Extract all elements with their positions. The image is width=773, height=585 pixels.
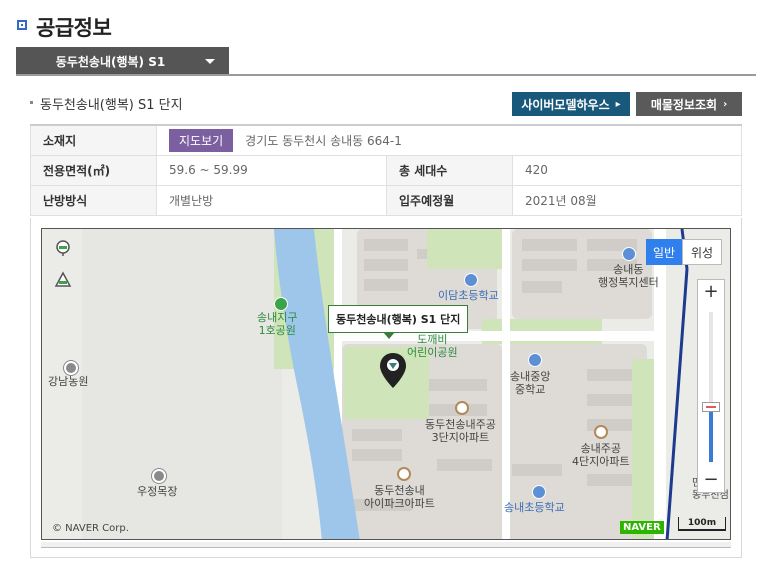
- complex-title: 동두천송내(행복) S1 단지: [40, 98, 183, 113]
- listing-lookup-button[interactable]: 매물정보조회 ›: [636, 92, 742, 116]
- chevron-right-icon: ▸: [615, 98, 621, 110]
- apt4-label: 송내주공 4단지아파트: [572, 442, 630, 468]
- map-type-normal-button[interactable]: 일반: [646, 239, 682, 265]
- location-value: 경기도 동두천시 송내동 664-1: [245, 133, 402, 148]
- households-value: 420: [512, 154, 742, 186]
- aipark-label: 동두천송내 아이파크아파트: [364, 484, 435, 510]
- park-marker-icon[interactable]: [274, 297, 288, 311]
- farm-marker-icon[interactable]: [64, 361, 78, 375]
- cyber-model-house-label: 사이버모델하우스: [521, 97, 610, 112]
- complex-dropdown-label: 동두천송내(행복) S1: [55, 54, 166, 69]
- chevron-down-icon: [205, 59, 215, 64]
- location-pin-icon[interactable]: [378, 351, 408, 391]
- supply-info-table: 소재지 지도보기 경기도 동두천시 송내동 664-1 전용면적(㎡) 59.6 …: [30, 124, 742, 216]
- scale-bar: 100m: [678, 517, 726, 531]
- bullet-icon: [30, 101, 33, 104]
- cyber-model-house-button[interactable]: 사이버모델하우스 ▸: [512, 92, 630, 116]
- chevron-right-icon: ›: [723, 98, 728, 110]
- map-view-button[interactable]: 지도보기: [169, 128, 234, 152]
- table-row: 난방방식 개별난방 입주예정월 2021년 08월: [30, 184, 742, 216]
- move-in-label: 입주예정월: [386, 184, 513, 216]
- songnae-school-label: 송내초등학교: [504, 501, 565, 514]
- apartment-marker-icon[interactable]: [594, 425, 608, 439]
- ranch-label: 우정목장: [137, 485, 178, 498]
- tab-underline: [16, 74, 756, 76]
- table-row: 소재지 지도보기 경기도 동두천시 송내동 664-1: [30, 124, 742, 156]
- apartment-marker-icon[interactable]: [397, 467, 411, 481]
- copyright-text: © NAVER Corp.: [52, 523, 129, 534]
- area-tool-icon[interactable]: [54, 271, 72, 289]
- farm-label: 강남농원: [48, 375, 89, 388]
- marker-tool-icon[interactable]: [54, 239, 72, 257]
- map-view[interactable]: 송내지구 1호공원 도깨비 어린이공원 이담초등학교 송내동 행정복지센터 송내…: [41, 228, 731, 540]
- ranch-marker-icon[interactable]: [152, 469, 166, 483]
- households-label: 총 세대수: [386, 154, 513, 186]
- office-marker-icon[interactable]: [622, 247, 636, 261]
- location-cell: 지도보기 경기도 동두천시 송내동 664-1: [156, 124, 742, 156]
- zoom-level-fill: [709, 408, 713, 462]
- area-label: 전용면적(㎡): [30, 154, 157, 186]
- move-in-value: 2021년 08월: [512, 184, 742, 216]
- zoom-handle[interactable]: [702, 402, 720, 412]
- school-marker-icon[interactable]: [528, 353, 542, 367]
- area-value: 59.6 ~ 59.99: [156, 154, 387, 186]
- middle-school-label: 송내중앙 중학교: [510, 370, 551, 396]
- complex-dropdown[interactable]: 동두천송내(행복) S1: [16, 47, 229, 75]
- listing-lookup-label: 매물정보조회: [650, 97, 718, 112]
- zoom-in-button[interactable]: +: [698, 280, 724, 304]
- heating-label: 난방방식: [30, 184, 157, 216]
- location-label: 소재지: [30, 124, 157, 156]
- complex-callout[interactable]: 동두천송내(행복) S1 단지: [328, 305, 469, 339]
- map-type-satellite-button[interactable]: 위성: [682, 239, 722, 265]
- zoom-control: + −: [697, 279, 725, 493]
- table-row: 전용면적(㎡) 59.6 ~ 59.99 총 세대수 420: [30, 154, 742, 186]
- map-bottom-strip: [41, 542, 731, 548]
- apt3-label: 동두천송내주공 3단지아파트: [425, 418, 496, 444]
- welfare-center-label: 송내동 행정복지센터: [598, 263, 659, 289]
- naver-logo: NAVER: [620, 521, 664, 534]
- daycare-park-label: 도깨비 어린이공원: [407, 333, 458, 359]
- zoom-out-button[interactable]: −: [698, 468, 724, 492]
- school-marker-icon[interactable]: [532, 485, 546, 499]
- apartment-marker-icon[interactable]: [455, 401, 469, 415]
- school-marker-icon[interactable]: [464, 273, 478, 287]
- park-label: 송내지구 1호공원: [257, 311, 298, 337]
- section-icon: [17, 20, 27, 30]
- section-title: 공급정보: [36, 16, 112, 40]
- idam-school-label: 이담초등학교: [438, 289, 499, 302]
- heating-value: 개별난방: [156, 184, 387, 216]
